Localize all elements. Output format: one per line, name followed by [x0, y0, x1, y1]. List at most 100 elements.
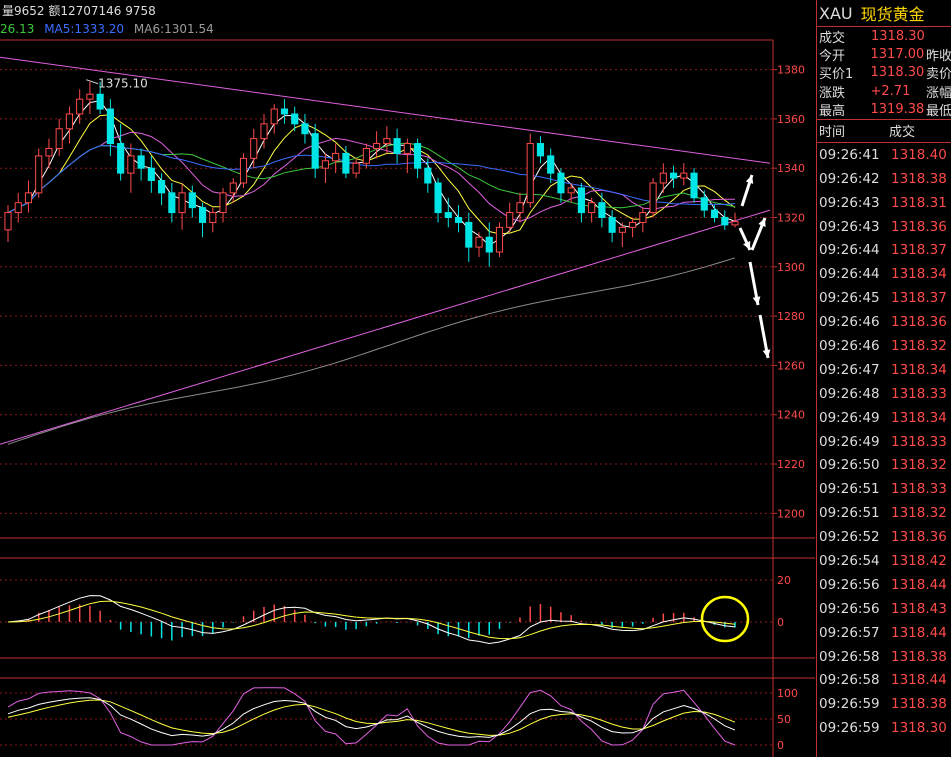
candle-body [311, 133, 319, 169]
price-axis-label: 1240 [777, 409, 805, 422]
tick-time: 09:26:57 [819, 624, 880, 641]
candle-body [117, 143, 125, 174]
tick-row: 09:26:44 1318.34 [817, 262, 951, 286]
tick-row: 09:26:47 1318.34 [817, 358, 951, 382]
candle-body [721, 217, 729, 226]
candle-body [352, 162, 360, 174]
tick-row: 09:26:59 1318.38 [817, 692, 951, 716]
candle-body [158, 180, 166, 194]
candle-body [700, 197, 708, 211]
candle-body [14, 202, 22, 214]
tick-time: 09:26:51 [819, 481, 880, 498]
candle-body [588, 202, 596, 214]
kline-chart-area[interactable]: 1380 1360 1340 1320 1300 1280 1260 1240 1220 1200… [0, 0, 815, 757]
tick-time: 09:26:56 [819, 576, 880, 593]
candle-body [526, 143, 534, 204]
tick-time: 09:26:41 [819, 146, 880, 163]
ma-value-3: MA6:1301.54 [133, 22, 214, 36]
candle-body [495, 226, 504, 253]
candle-body [270, 108, 278, 125]
symbol-header: XAU 现货黄金 [817, 0, 951, 27]
quote-label: 成交 [819, 30, 846, 46]
price-axis-label: 1200 [777, 507, 805, 520]
tick-row: 09:26:56 1318.43 [817, 597, 951, 621]
candle-body [229, 182, 237, 194]
candle-body [710, 209, 719, 219]
tick-time: 09:26:47 [819, 361, 880, 378]
quote-row: 涨跌 +2.71 涨幅 [817, 82, 951, 101]
quote-label-2: 最低 [925, 104, 951, 120]
ma-value-2: MA5:1333.20 [44, 22, 125, 36]
macd-axis-label: 20 [777, 574, 791, 587]
candle-body [24, 192, 33, 204]
candle-body [393, 138, 401, 154]
ma-line-5 [7, 145, 736, 214]
candle-body [209, 212, 217, 223]
tick-row: 09:26:43 1318.36 [817, 215, 951, 239]
tick-row: 09:26:50 1318.32 [817, 454, 951, 478]
ma-value-1: 26.13 [0, 22, 35, 36]
candle-body [649, 182, 657, 214]
tick-time: 09:26:43 [819, 218, 880, 235]
tick-price: 1318.32 [891, 338, 947, 355]
tick-price: 1318.43 [891, 600, 947, 617]
quote-value: 1318.30 [871, 28, 925, 44]
candle-body [414, 143, 422, 169]
tick-time: 09:26:44 [819, 242, 880, 259]
candle-body [516, 202, 524, 214]
quote-row: 买价1 1318.30 卖价 [817, 64, 951, 82]
ma-legend: 26.13 MA5:1333.20 MA6:1301.54 [0, 22, 220, 36]
candle-body [690, 172, 698, 199]
tick-row: 09:26:45 1318.37 [817, 286, 951, 310]
quote-row: 最高 1319.38 最低 [817, 101, 951, 119]
high-price-label: 1375.10 [98, 77, 148, 91]
candle-body [291, 113, 299, 125]
candle-body [35, 155, 43, 194]
candle-body [506, 212, 514, 228]
candle-body [577, 187, 585, 214]
candle-body [669, 172, 678, 179]
candle-body [659, 172, 667, 184]
tick-row: 09:26:42 1318.38 [817, 167, 951, 191]
candle-body [598, 202, 606, 219]
tick-price: 1318.38 [891, 696, 947, 713]
quote-row: 成交 1318.30 [817, 27, 951, 46]
price-axis-label: 1260 [777, 359, 805, 372]
tick-time: 09:26:43 [819, 194, 880, 211]
price-axis-label: 1320 [777, 212, 805, 225]
highlight-circle [700, 595, 750, 643]
tick-time: 09:26:58 [819, 672, 880, 689]
quote-label-2: 卖价 [925, 67, 951, 83]
chart-canvas[interactable]: 1380 1360 1340 1320 1300 1280 1260 1240 1220 1200… [0, 0, 815, 757]
candle-body [4, 212, 12, 231]
ma-line-4 [7, 142, 736, 214]
ma-line-3 [7, 131, 736, 222]
tick-time: 09:26:51 [819, 505, 880, 522]
tick-row: 09:26:51 1318.32 [817, 501, 951, 525]
tick-price: 1318.34 [891, 409, 947, 426]
candle-body [65, 113, 74, 130]
tick-price: 1318.31 [891, 194, 947, 211]
kdj-axis-label: 50 [777, 713, 791, 726]
tick-price: 1318.37 [891, 290, 947, 307]
candle-body [76, 98, 84, 115]
quote-value: 1318.30 [870, 65, 925, 81]
candle-body [434, 182, 442, 214]
candle-body [168, 192, 176, 214]
macd-axis-label: 0 [777, 616, 784, 629]
kdj-k-line [7, 697, 736, 738]
price-axis-label: 1300 [777, 261, 805, 274]
price-axis-label: 1220 [777, 458, 805, 471]
candle-body [618, 226, 626, 233]
candle-body [454, 217, 463, 223]
candle-body [680, 172, 688, 179]
tick-row: 09:26:54 1318.42 [817, 549, 951, 573]
tick-list[interactable]: 09:26:41 1318.40 09:26:42 1318.38 09:26:43 13… [817, 143, 951, 740]
candle-body [55, 128, 63, 149]
ma-line-1 [7, 100, 736, 247]
tick-row: 09:26:59 1318.30 [817, 716, 951, 740]
tick-row: 09:26:46 1318.36 [817, 310, 951, 334]
arrow-up-1-head [745, 175, 754, 184]
candle-body [280, 108, 289, 115]
macd-dif-line [7, 595, 736, 645]
